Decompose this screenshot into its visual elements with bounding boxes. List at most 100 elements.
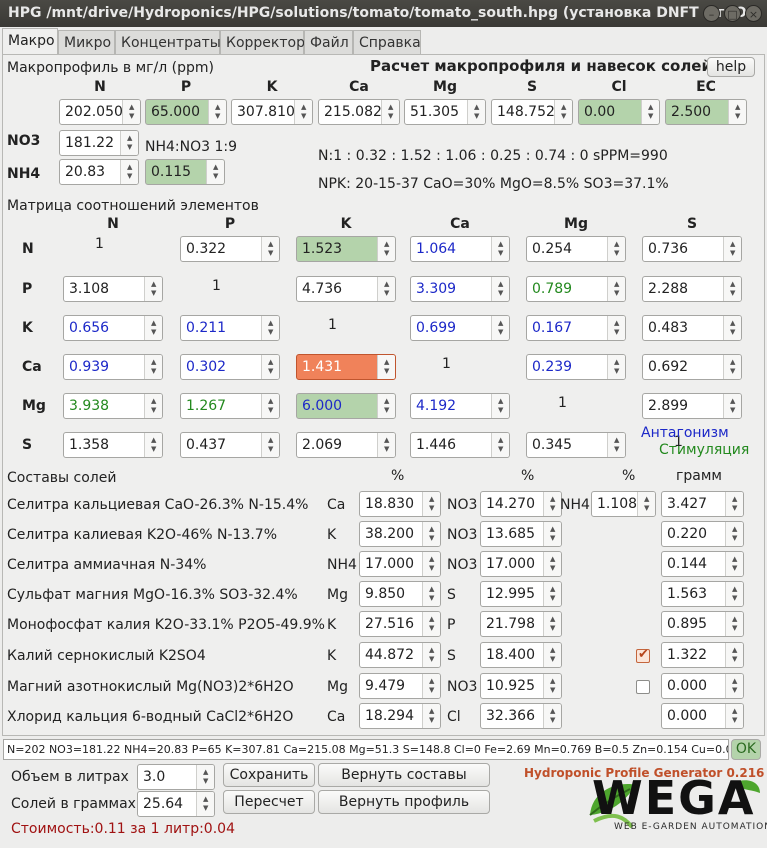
- ratio-s-p-input[interactable]: 0.437 ▲ ▼: [180, 432, 280, 458]
- ratio-k-mg-input[interactable]: 0.167 ▲ ▼: [526, 315, 626, 341]
- stepper-arrows[interactable]: ▲ ▼: [725, 492, 743, 516]
- ratio-p-n-input[interactable]: 3.108 ▲ ▼: [63, 276, 163, 302]
- stepper-arrows[interactable]: ▲ ▼: [422, 582, 440, 606]
- ratio-s-ca-input[interactable]: 1.446 ▲ ▼: [410, 432, 510, 458]
- save-button[interactable]: Сохранить: [223, 763, 315, 787]
- stepper-arrows[interactable]: ▲ ▼: [377, 433, 395, 457]
- stepper-arrows[interactable]: ▲ ▼: [377, 237, 395, 261]
- stepper-arrows[interactable]: ▲ ▼: [543, 492, 561, 516]
- stepper-arrows[interactable]: ▲ ▼: [543, 674, 561, 698]
- macro-cl-input[interactable]: 0.00 ▲ ▼: [578, 99, 660, 125]
- stepper-arrows[interactable]: ▲ ▼: [422, 492, 440, 516]
- recalc-button[interactable]: Пересчет: [223, 790, 315, 814]
- ratio-n-mg-input[interactable]: 0.254 ▲ ▼: [526, 236, 626, 262]
- ratio-mg-p-input[interactable]: 1.267 ▲ ▼: [180, 393, 280, 419]
- ratio-n-s-input[interactable]: 0.736 ▲ ▼: [642, 236, 742, 262]
- stepper-arrows[interactable]: ▲ ▼: [144, 316, 162, 340]
- ratio-n-p-input[interactable]: 0.322 ▲ ▼: [180, 236, 280, 262]
- salt-5-checkbox[interactable]: [636, 647, 650, 663]
- stepper-arrows[interactable]: ▲ ▼: [381, 100, 399, 124]
- ratio-s-mg-input[interactable]: 0.345 ▲ ▼: [526, 432, 626, 458]
- stepper-arrows[interactable]: ▲ ▼: [491, 277, 509, 301]
- stepper-arrows[interactable]: ▲ ▼: [725, 582, 743, 606]
- macro-p-input[interactable]: 65.000 ▲ ▼: [145, 99, 227, 125]
- stepper-arrows[interactable]: ▲ ▼: [377, 277, 395, 301]
- macro-k-input[interactable]: 307.810 ▲ ▼: [231, 99, 313, 125]
- ratio-mg-ca-input[interactable]: 4.192 ▲ ▼: [410, 393, 510, 419]
- stepper-arrows[interactable]: ▲ ▼: [723, 277, 741, 301]
- salts-grams-input[interactable]: 25.64 ▲ ▼: [137, 791, 215, 817]
- ratio-k-p-input[interactable]: 0.211 ▲ ▼: [180, 315, 280, 341]
- minimize-icon[interactable]: –: [703, 5, 720, 22]
- ratio-p-mg-input[interactable]: 0.789 ▲ ▼: [526, 276, 626, 302]
- salt-4-grams-input[interactable]: 0.895 ▲ ▼: [661, 611, 744, 637]
- ratio-n-k-input[interactable]: 1.523 ▲ ▼: [296, 236, 396, 262]
- macro-ca-input[interactable]: 215.082 ▲ ▼: [318, 99, 400, 125]
- salt-7-grams-input[interactable]: 0.000 ▲ ▼: [661, 703, 744, 729]
- tab-concentrates[interactable]: Концентраты: [115, 30, 221, 55]
- ratio-ca-s-input[interactable]: 0.692 ▲ ▼: [642, 354, 742, 380]
- profile-string-input[interactable]: N=202 NO3=181.22 NH4=20.83 P=65 K=307.81…: [3, 739, 729, 760]
- salt-1-percent-2-input[interactable]: 13.685 ▲ ▼: [480, 521, 562, 547]
- salt-6-grams-input[interactable]: 0.000 ▲ ▼: [661, 673, 744, 699]
- nh4-no3-ratio-input[interactable]: 0.115 ▲ ▼: [145, 159, 225, 185]
- stepper-arrows[interactable]: ▲ ▼: [144, 355, 162, 379]
- tab-micro[interactable]: Микро: [58, 30, 115, 55]
- stepper-arrows[interactable]: ▲ ▼: [144, 433, 162, 457]
- stepper-arrows[interactable]: ▲ ▼: [543, 582, 561, 606]
- macro-n-input[interactable]: 202.050 ▲ ▼: [59, 99, 141, 125]
- salt-1-grams-input[interactable]: 0.220 ▲ ▼: [661, 521, 744, 547]
- stepper-arrows[interactable]: ▲ ▼: [261, 237, 279, 261]
- tab-corrector[interactable]: Корректор: [220, 30, 305, 55]
- ratio-s-n-input[interactable]: 1.358 ▲ ▼: [63, 432, 163, 458]
- restore-salts-button[interactable]: Вернуть составы: [318, 763, 490, 787]
- salt-6-percent-1-input[interactable]: 9.479 ▲ ▼: [359, 673, 441, 699]
- stepper-arrows[interactable]: ▲ ▼: [144, 394, 162, 418]
- salt-6-percent-2-input[interactable]: 10.925 ▲ ▼: [480, 673, 562, 699]
- ratio-ca-n-input[interactable]: 0.939 ▲ ▼: [63, 354, 163, 380]
- volume-input[interactable]: 3.0 ▲ ▼: [137, 764, 215, 790]
- ratio-ca-mg-input[interactable]: 0.239 ▲ ▼: [526, 354, 626, 380]
- salt-6-checkbox[interactable]: [636, 680, 650, 694]
- stepper-arrows[interactable]: ▲ ▼: [144, 277, 162, 301]
- stepper-arrows[interactable]: ▲ ▼: [725, 552, 743, 576]
- restore-profile-button[interactable]: Вернуть профиль: [318, 790, 490, 814]
- close-icon[interactable]: ×: [745, 5, 762, 22]
- stepper-arrows[interactable]: ▲ ▼: [725, 704, 743, 728]
- salt-7-percent-1-input[interactable]: 18.294 ▲ ▼: [359, 703, 441, 729]
- salt-7-percent-2-input[interactable]: 32.366 ▲ ▼: [480, 703, 562, 729]
- ratio-p-ca-input[interactable]: 3.309 ▲ ▼: [410, 276, 510, 302]
- ratio-mg-k-input[interactable]: 6.000 ▲ ▼: [296, 393, 396, 419]
- salt-5-percent-2-input[interactable]: 18.400 ▲ ▼: [480, 642, 562, 668]
- stepper-arrows[interactable]: ▲ ▼: [467, 100, 485, 124]
- salt-5-percent-1-input[interactable]: 44.872 ▲ ▼: [359, 642, 441, 668]
- ratio-k-s-input[interactable]: 0.483 ▲ ▼: [642, 315, 742, 341]
- nh4-input[interactable]: 20.83 ▲ ▼: [59, 159, 139, 185]
- salt-2-percent-2-input[interactable]: 17.000 ▲ ▼: [480, 551, 562, 577]
- stepper-arrows[interactable]: ▲ ▼: [725, 612, 743, 636]
- ratio-mg-s-input[interactable]: 2.899 ▲ ▼: [642, 393, 742, 419]
- stepper-arrows[interactable]: ▲ ▼: [637, 492, 655, 516]
- stepper-arrows[interactable]: ▲ ▼: [491, 237, 509, 261]
- stepper-arrows[interactable]: ▲ ▼: [723, 355, 741, 379]
- no3-input[interactable]: 181.22 ▲ ▼: [59, 130, 139, 156]
- stepper-arrows[interactable]: ▲ ▼: [725, 522, 743, 546]
- stepper-arrows[interactable]: ▲ ▼: [543, 704, 561, 728]
- stepper-arrows[interactable]: ▲ ▼: [294, 100, 312, 124]
- salt-0-percent-3-input[interactable]: 1.108 ▲ ▼: [591, 491, 656, 517]
- stepper-arrows[interactable]: ▲ ▼: [723, 394, 741, 418]
- stepper-arrows[interactable]: ▲ ▼: [607, 237, 625, 261]
- stepper-arrows[interactable]: ▲ ▼: [723, 316, 741, 340]
- stepper-arrows[interactable]: ▲ ▼: [422, 674, 440, 698]
- stepper-arrows[interactable]: ▲ ▼: [607, 316, 625, 340]
- tab-macro[interactable]: Макро: [2, 28, 58, 55]
- stepper-arrows[interactable]: ▲ ▼: [122, 100, 140, 124]
- stepper-arrows[interactable]: ▲ ▼: [543, 643, 561, 667]
- stepper-arrows[interactable]: ▲ ▼: [422, 552, 440, 576]
- stepper-arrows[interactable]: ▲ ▼: [554, 100, 572, 124]
- help-button[interactable]: help: [707, 57, 755, 77]
- salt-4-percent-2-input[interactable]: 21.798 ▲ ▼: [480, 611, 562, 637]
- salt-2-percent-1-input[interactable]: 17.000 ▲ ▼: [359, 551, 441, 577]
- ratio-s-k-input[interactable]: 2.069 ▲ ▼: [296, 432, 396, 458]
- ratio-n-ca-input[interactable]: 1.064 ▲ ▼: [410, 236, 510, 262]
